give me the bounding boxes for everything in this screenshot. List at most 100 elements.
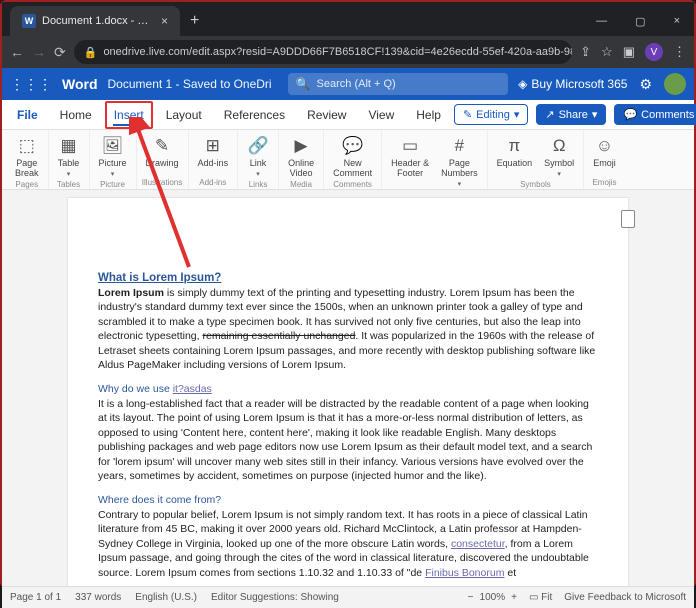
editor-suggestions[interactable]: Editor Suggestions: Showing [211,592,339,603]
share-button[interactable]: ↗Share▾ [536,104,606,125]
emoji-button[interactable]: ☺Emoji [588,134,621,170]
maximize-button[interactable]: ▢ [621,7,659,36]
chevron-down-icon: ▾ [514,108,520,121]
pencil-icon: ✎ [463,108,472,121]
new-tab-button[interactable]: + [180,6,209,36]
link-button[interactable]: 🔗Link▾ [242,134,274,180]
paragraph-2[interactable]: It is a long-established fact that a rea… [98,397,598,484]
group-label: Media [290,180,312,189]
browser-toolbar: ← → ⟳ 🔒 onedrive.live.com/edit.aspx?resi… [2,36,694,68]
url-text: onedrive.live.com/edit.aspx?resid=A9DDD6… [103,46,572,58]
group-label: Comments [333,180,372,189]
symbol-icon: Ω [553,136,566,156]
comments-button[interactable]: 💬Comments [614,104,696,125]
equation-button[interactable]: πEquation [492,134,538,180]
page-break-button[interactable]: ⬚Page Break [10,134,44,180]
search-icon: 🔍 [296,77,311,91]
tab-help[interactable]: Help [407,101,450,129]
symbol-button[interactable]: ΩSymbol▾ [539,134,579,180]
addins-button[interactable]: ⊞Add-ins [193,134,234,170]
heading-1[interactable]: What is Lorem Ipsum? [98,272,598,284]
menu-icon[interactable]: ⋮ [673,44,686,60]
group-label: Add-ins [199,178,226,187]
picture-button[interactable]: 🖼Picture▾ [94,134,132,180]
word-favicon: W [22,14,36,28]
tab-close-icon[interactable]: × [161,14,168,28]
zoom-out-button[interactable]: − [468,592,474,603]
forward-button[interactable]: → [32,44,46,60]
back-button[interactable]: ← [10,44,24,60]
heading-2[interactable]: Why do we use it?asdas [98,383,598,395]
profile-avatar[interactable]: V [645,43,663,61]
tab-insert[interactable]: Insert [105,101,153,129]
browser-tab[interactable]: W Document 1.docx - Microsoft W… × [10,6,180,36]
tab-home[interactable]: Home [51,101,101,129]
word-title-bar: ⋮⋮⋮ Word Document 1 - Saved to OneDri 🔍 … [2,68,694,100]
search-box[interactable]: 🔍 [288,73,509,95]
address-bar[interactable]: 🔒 onedrive.live.com/edit.aspx?resid=A9DD… [74,40,572,64]
fit-button[interactable]: ▭ Fit [529,592,552,603]
drawing-icon: ✎ [155,136,169,156]
ribbon: ⬚Page Break Pages ▦Table▾ Tables 🖼Pictur… [2,130,694,190]
heading-3[interactable]: Where does it come from? [98,494,598,506]
editing-mode-button[interactable]: ✎Editing▾ [454,104,528,125]
buy-microsoft-365[interactable]: ◈Buy Microsoft 365 [518,77,627,91]
online-video-button[interactable]: ▶Online Video [283,134,319,180]
group-label: Tables [57,180,80,189]
comment-icon: 💬 [623,108,637,121]
header-footer-button[interactable]: ▭Header & Footer [386,134,434,190]
browser-tabs: W Document 1.docx - Microsoft W… × + — ▢… [2,2,694,36]
new-comment-button[interactable]: 💬New Comment [328,134,377,180]
word-brand: Word [62,76,98,92]
minimize-button[interactable]: — [582,7,621,36]
group-label: Pages [15,180,38,189]
star-icon[interactable]: ☆ [601,44,613,60]
tab-review[interactable]: Review [298,101,355,129]
tab-layout[interactable]: Layout [157,101,211,129]
window-controls: — ▢ × [582,7,694,36]
paragraph-3[interactable]: Contrary to popular belief, Lorem Ipsum … [98,508,598,580]
settings-icon[interactable]: ⚙ [639,76,652,93]
emoji-icon: ☺ [596,136,613,156]
tab-file[interactable]: File [8,101,47,129]
language[interactable]: English (U.S.) [135,592,197,603]
tab-view[interactable]: View [359,101,403,129]
tab-references[interactable]: References [215,101,294,129]
zoom-level: 100% [480,592,506,603]
tab-title: Document 1.docx - Microsoft W… [42,15,155,27]
status-bar: Page 1 of 1 337 words English (U.S.) Edi… [2,586,694,608]
addins-icon: ⊞ [206,136,220,156]
chevron-down-icon: ▾ [592,108,598,121]
extension-icon[interactable]: ▣ [623,44,635,60]
feedback-link[interactable]: Give Feedback to Microsoft [564,592,686,603]
table-button[interactable]: ▦Table▾ [53,134,85,180]
reload-button[interactable]: ⟳ [54,44,66,61]
user-avatar[interactable] [664,73,686,95]
group-label: Picture [100,180,125,189]
pagenum-icon: # [455,136,464,156]
zoom-in-button[interactable]: + [511,592,517,603]
search-input[interactable] [317,78,501,90]
document-canvas[interactable]: What is Lorem Ipsum? Lorem Ipsum is simp… [2,190,694,586]
page-numbers-button[interactable]: #Page Numbers▾ [436,134,483,190]
equation-icon: π [509,136,521,156]
share-icon[interactable]: ⇪ [580,44,591,60]
close-button[interactable]: × [660,7,694,36]
page-indicator[interactable]: Page 1 of 1 [10,592,61,603]
document-title[interactable]: Document 1 - Saved to OneDri [108,77,272,91]
group-label: Illustrations [142,178,182,187]
picture-icon: 🖼 [102,136,124,156]
pagebreak-icon: ⬚ [19,136,35,156]
word-count[interactable]: 337 words [75,592,121,603]
page-notch [621,210,635,228]
group-label: Symbols [520,180,551,189]
paragraph-1[interactable]: Lorem Ipsum is simply dummy text of the … [98,286,598,373]
drawing-button[interactable]: ✎Drawing [141,134,184,170]
page[interactable]: What is Lorem Ipsum? Lorem Ipsum is simp… [68,198,628,586]
app-launcher-icon[interactable]: ⋮⋮⋮ [10,76,52,93]
table-icon: ▦ [60,136,76,156]
share-arrow-icon: ↗ [545,108,554,121]
headerfooter-icon: ▭ [402,136,418,156]
new-comment-icon: 💬 [342,136,363,156]
group-label: Emojis [592,178,616,187]
